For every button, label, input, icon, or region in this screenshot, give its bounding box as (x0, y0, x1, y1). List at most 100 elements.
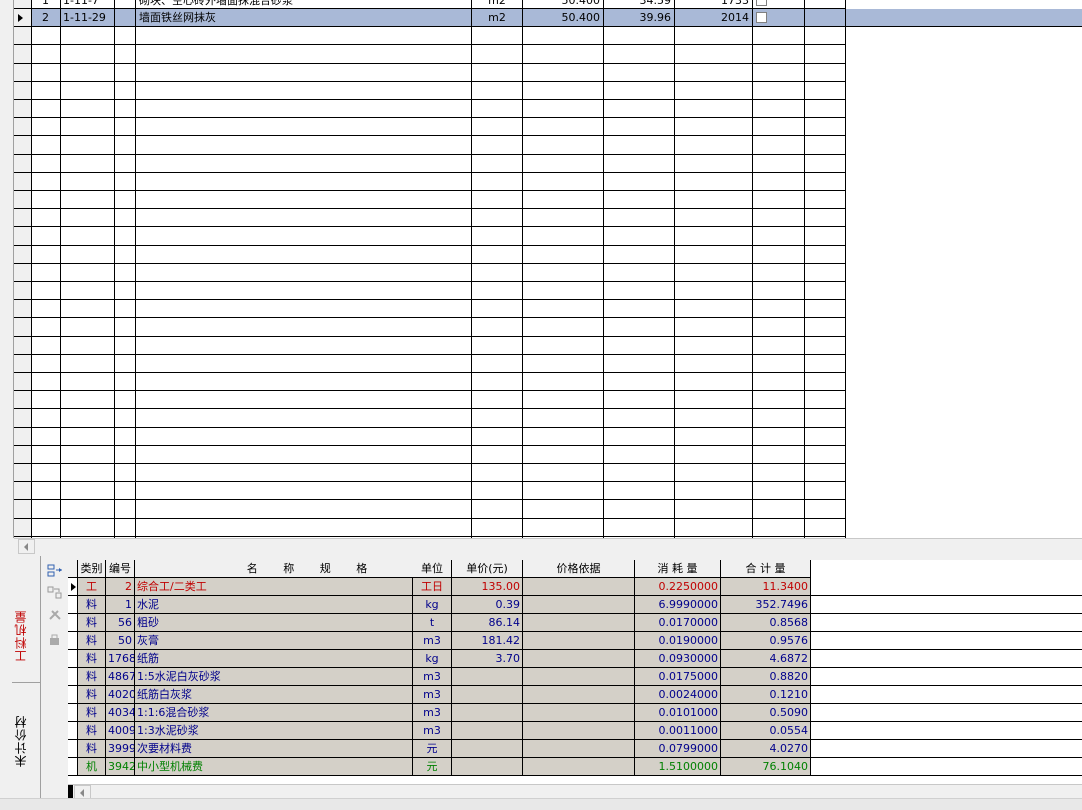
insert-row-icon[interactable] (47, 564, 63, 578)
cell-code[interactable]: 3999 (106, 740, 135, 758)
header-total-quantity[interactable]: 合 计 量 (721, 560, 811, 578)
cell-total-qty[interactable]: 4.0270 (721, 740, 811, 758)
cell-unit[interactable]: m3 (413, 686, 452, 704)
table-row[interactable]: 料 4009 1:3水泥砂浆 m3 0.0011000 0.0554 (68, 722, 1082, 740)
cell-total-qty[interactable]: 0.1210 (721, 686, 811, 704)
cell-consumption[interactable]: 0.2250000 (635, 578, 721, 596)
cell-total-qty[interactable]: 0.8820 (721, 668, 811, 686)
cell-code[interactable]: 2 (106, 578, 135, 596)
resource-grid[interactable]: 类别 编号 名 称 规 格 单位 单价(元) 价格依据 消 耗 量 合 计 量 … (68, 560, 1082, 784)
cell-unit[interactable]: m3 (413, 722, 452, 740)
cell-price[interactable]: 3.70 (452, 650, 523, 668)
cell-total-qty[interactable]: 0.8568 (721, 614, 811, 632)
cell-price[interactable] (452, 740, 523, 758)
cell-unit[interactable]: 元 (413, 758, 452, 776)
cell-code[interactable]: 1 (106, 596, 135, 614)
cell-category[interactable]: 工 (78, 578, 106, 596)
cell-total-qty[interactable]: 352.7496 (721, 596, 811, 614)
cell-unit[interactable]: t (413, 614, 452, 632)
cell-code[interactable]: 1768 (106, 650, 135, 668)
table-row[interactable]: 料 3999 次要材料费元 0.0799000 4.0270 (68, 740, 1082, 758)
cell-name[interactable]: 纸筋白灰浆 (135, 686, 413, 704)
cell-total-qty[interactable]: 76.1040 (721, 758, 811, 776)
cell-consumption[interactable]: 0.0024000 (635, 686, 721, 704)
cell-unit[interactable]: m3 (413, 668, 452, 686)
table-row[interactable]: 料 1 水泥 kg 0.39 6.9990000 352.7496 (68, 596, 1082, 614)
tab-labor-material-machine[interactable]: 工料机量 (12, 586, 40, 686)
cell-consumption[interactable]: 1.5100000 (635, 758, 721, 776)
cell-category[interactable]: 料 (78, 650, 106, 668)
cell-price[interactable] (452, 686, 523, 704)
cell-name[interactable]: 水泥 (135, 596, 413, 614)
cell-consumption[interactable]: 0.0799000 (635, 740, 721, 758)
table-row[interactable]: 料 1768 纸筋 kg 3.70 0.0930000 4.6872 (68, 650, 1082, 668)
table-row[interactable]: 料 56 粗砂 t 86.14 0.0170000 0.8568 (68, 614, 1082, 632)
cell-code[interactable]: 4867 (106, 668, 135, 686)
row-checkbox[interactable] (756, 0, 767, 6)
cell-unit[interactable]: kg (413, 596, 452, 614)
header-unit[interactable]: 单位 (413, 560, 452, 578)
cell-code[interactable]: 3942 (106, 758, 135, 776)
table-row[interactable]: 工 2 综合工/二类工 工日 135.00 0.2250000 11.3400 (68, 578, 1082, 596)
cell-total-qty[interactable]: 11.3400 (721, 578, 811, 596)
cell-price[interactable]: 135.00 (452, 578, 523, 596)
scroll-left-button[interactable] (18, 539, 35, 554)
header-code[interactable]: 编号 (106, 560, 135, 578)
header-category[interactable]: 类别 (78, 560, 106, 578)
cell-code[interactable]: 4020 (106, 686, 135, 704)
cell-name[interactable]: 次要材料费 (135, 740, 413, 758)
cell-name[interactable]: 粗砂 (135, 614, 413, 632)
cell-basis[interactable] (523, 650, 635, 668)
cell-consumption[interactable]: 0.0101000 (635, 704, 721, 722)
cell-price[interactable] (452, 722, 523, 740)
table-row[interactable]: 机 3942 中小型机械费元 1.5100000 76.1040 (68, 758, 1082, 776)
delete-icon[interactable] (47, 608, 63, 622)
cell-total-qty[interactable]: 4.6872 (721, 650, 811, 668)
cell-price[interactable]: 181.42 (452, 632, 523, 650)
cell-basis[interactable] (523, 614, 635, 632)
cell-basis[interactable] (523, 740, 635, 758)
cell-unit[interactable]: 工日 (413, 578, 452, 596)
line-items-grid[interactable]: 1 1-11-7 砌块、空心砖外墙面抹混合砂浆 m2 50.400 34.59 … (0, 0, 1082, 538)
cell-basis[interactable] (523, 578, 635, 596)
cell-total-qty[interactable]: 0.0554 (721, 722, 811, 740)
cell-category[interactable]: 料 (78, 632, 106, 650)
cell-unit[interactable]: m3 (413, 704, 452, 722)
cell-category[interactable]: 料 (78, 596, 106, 614)
cell-name[interactable]: 综合工/二类工 (135, 578, 413, 596)
cell-price[interactable]: 86.14 (452, 614, 523, 632)
cell-category[interactable]: 机 (78, 758, 106, 776)
table-row[interactable]: 料 50 灰膏 m3 181.42 0.0190000 0.9576 (68, 632, 1082, 650)
cell-total-qty[interactable]: 0.9576 (721, 632, 811, 650)
cell-category[interactable]: 料 (78, 668, 106, 686)
cell-basis[interactable] (523, 596, 635, 614)
cell-code[interactable]: 4034 (106, 704, 135, 722)
cell-basis[interactable] (523, 758, 635, 776)
cell-basis[interactable] (523, 632, 635, 650)
cell-basis[interactable] (523, 722, 635, 740)
cell-consumption[interactable]: 0.0011000 (635, 722, 721, 740)
cell-basis[interactable] (523, 686, 635, 704)
cell-code[interactable]: 56 (106, 614, 135, 632)
tab-unpriced-material[interactable]: 未计价材 (12, 706, 40, 776)
header-price[interactable]: 单价(元) (452, 560, 523, 578)
table-row[interactable]: 料 4034 1:1:6混合砂浆 m3 0.0101000 0.5090 (68, 704, 1082, 722)
cell-consumption[interactable]: 6.9990000 (635, 596, 721, 614)
cell-category[interactable]: 料 (78, 614, 106, 632)
cell-category[interactable]: 料 (78, 722, 106, 740)
cell-price[interactable] (452, 704, 523, 722)
cell-category[interactable]: 料 (78, 686, 106, 704)
cell-consumption[interactable]: 0.0930000 (635, 650, 721, 668)
cell-name[interactable]: 1:5水泥白灰砂浆 (135, 668, 413, 686)
cell-basis[interactable] (523, 704, 635, 722)
table-row[interactable]: 料 4020 纸筋白灰浆 m3 0.0024000 0.1210 (68, 686, 1082, 704)
cell-price[interactable] (452, 668, 523, 686)
cell-price[interactable] (452, 758, 523, 776)
cell-name[interactable]: 灰膏 (135, 632, 413, 650)
header-consumption[interactable]: 消 耗 量 (635, 560, 721, 578)
cell-category[interactable]: 料 (78, 704, 106, 722)
row-checkbox[interactable] (756, 12, 767, 23)
cell-name[interactable]: 中小型机械费 (135, 758, 413, 776)
cell-consumption[interactable]: 0.0190000 (635, 632, 721, 650)
header-price-basis[interactable]: 价格依据 (523, 560, 635, 578)
